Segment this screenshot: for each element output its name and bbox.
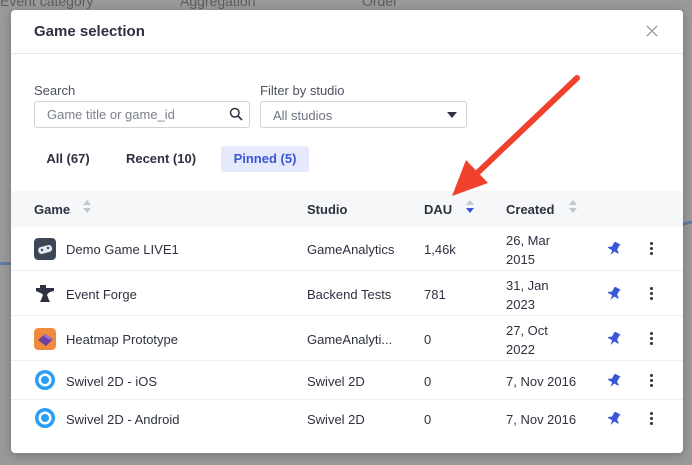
- game-title: Heatmap Prototype: [66, 332, 179, 347]
- bg-header-item: Aggregation: [180, 0, 256, 9]
- game-title: Event Forge: [66, 287, 137, 302]
- more-options-icon[interactable]: [646, 373, 656, 389]
- swivel-icon: [35, 370, 55, 390]
- studio-name: GameAnalytics: [307, 242, 395, 257]
- caret-down-icon: [447, 112, 457, 118]
- studio-filter-select[interactable]: All studios: [260, 101, 467, 128]
- search-icon[interactable]: [229, 107, 243, 121]
- close-icon[interactable]: [643, 22, 661, 40]
- sort-icon[interactable]: [83, 200, 91, 214]
- dau-value: 1,46k: [424, 242, 456, 257]
- table-row[interactable]: Swivel 2D - Android Swivel 2D 0 7, Nov 2…: [11, 400, 683, 438]
- table-row[interactable]: Heatmap Prototype GameAnalyti... 0 27, O…: [11, 316, 683, 361]
- created-date: 7, Nov 2016: [506, 374, 577, 389]
- studio-name: Backend Tests: [307, 287, 392, 302]
- table-row[interactable]: Swivel 2D - iOS Swivel 2D 0 7, Nov 2016: [11, 361, 683, 400]
- tab-all[interactable]: All (67): [37, 146, 99, 172]
- more-options-icon[interactable]: [646, 241, 656, 257]
- modal-title: Game selection: [34, 23, 145, 40]
- created-date: 27, Oct: [506, 323, 548, 338]
- tab-pinned[interactable]: Pinned (5): [221, 146, 309, 172]
- dau-value: 0: [424, 374, 432, 389]
- dau-value: 781: [424, 287, 446, 302]
- created-date: 31, Jan: [506, 278, 549, 293]
- table-row[interactable]: Demo Game LIVE1 GameAnalytics 1,46k 26, …: [11, 227, 683, 271]
- pin-icon[interactable]: [607, 241, 621, 257]
- created-year: 2022: [506, 342, 535, 357]
- bg-header-item: Event category: [0, 0, 94, 9]
- anvil-icon: [36, 285, 54, 302]
- studio-name: GameAnalyti...: [307, 332, 393, 347]
- search-label: Search: [34, 83, 76, 98]
- table-header: Game Studio DAU Created: [11, 191, 683, 227]
- column-header-created[interactable]: Created: [506, 202, 554, 217]
- game-title: Demo Game LIVE1: [66, 242, 179, 257]
- created-date: 7, Nov 2016: [506, 412, 577, 427]
- background-header: Event category Aggregation Order: [0, 0, 692, 10]
- column-header-studio[interactable]: Studio: [307, 202, 347, 217]
- studio-name: Swivel 2D: [307, 374, 365, 389]
- created-year: 2015: [506, 252, 535, 267]
- cube-icon: [34, 328, 56, 350]
- pin-icon[interactable]: [607, 411, 621, 427]
- created-year: 2023: [506, 297, 535, 312]
- controller-icon: [34, 238, 56, 260]
- sort-desc-icon[interactable]: [466, 200, 474, 214]
- game-title: Swivel 2D - iOS: [66, 374, 158, 389]
- search-input[interactable]: [35, 102, 225, 127]
- dau-value: 0: [424, 412, 432, 427]
- column-header-game[interactable]: Game: [34, 202, 70, 217]
- pin-icon[interactable]: [607, 373, 621, 389]
- game-title: Swivel 2D - Android: [66, 412, 180, 427]
- sort-icon[interactable]: [569, 200, 577, 214]
- search-box: [34, 101, 250, 128]
- dau-value: 0: [424, 332, 432, 347]
- swivel-icon: [35, 408, 55, 428]
- more-options-icon[interactable]: [646, 331, 656, 347]
- pin-icon[interactable]: [607, 286, 621, 302]
- pin-icon[interactable]: [607, 331, 621, 347]
- more-options-icon[interactable]: [646, 411, 656, 427]
- table-row[interactable]: Event Forge Backend Tests 781 31, Jan 20…: [11, 271, 683, 316]
- column-header-dau[interactable]: DAU: [424, 202, 452, 217]
- studio-filter-label: Filter by studio: [260, 83, 345, 98]
- studio-name: Swivel 2D: [307, 412, 365, 427]
- created-date: 26, Mar: [506, 233, 551, 248]
- game-selection-modal: Game selection Search Filter by studio A…: [11, 10, 683, 453]
- tab-recent[interactable]: Recent (10): [118, 146, 204, 172]
- more-options-icon[interactable]: [646, 286, 656, 302]
- modal-header: Game selection: [11, 10, 683, 54]
- studio-filter-value: All studios: [273, 108, 333, 123]
- bg-header-item: Order: [362, 0, 398, 9]
